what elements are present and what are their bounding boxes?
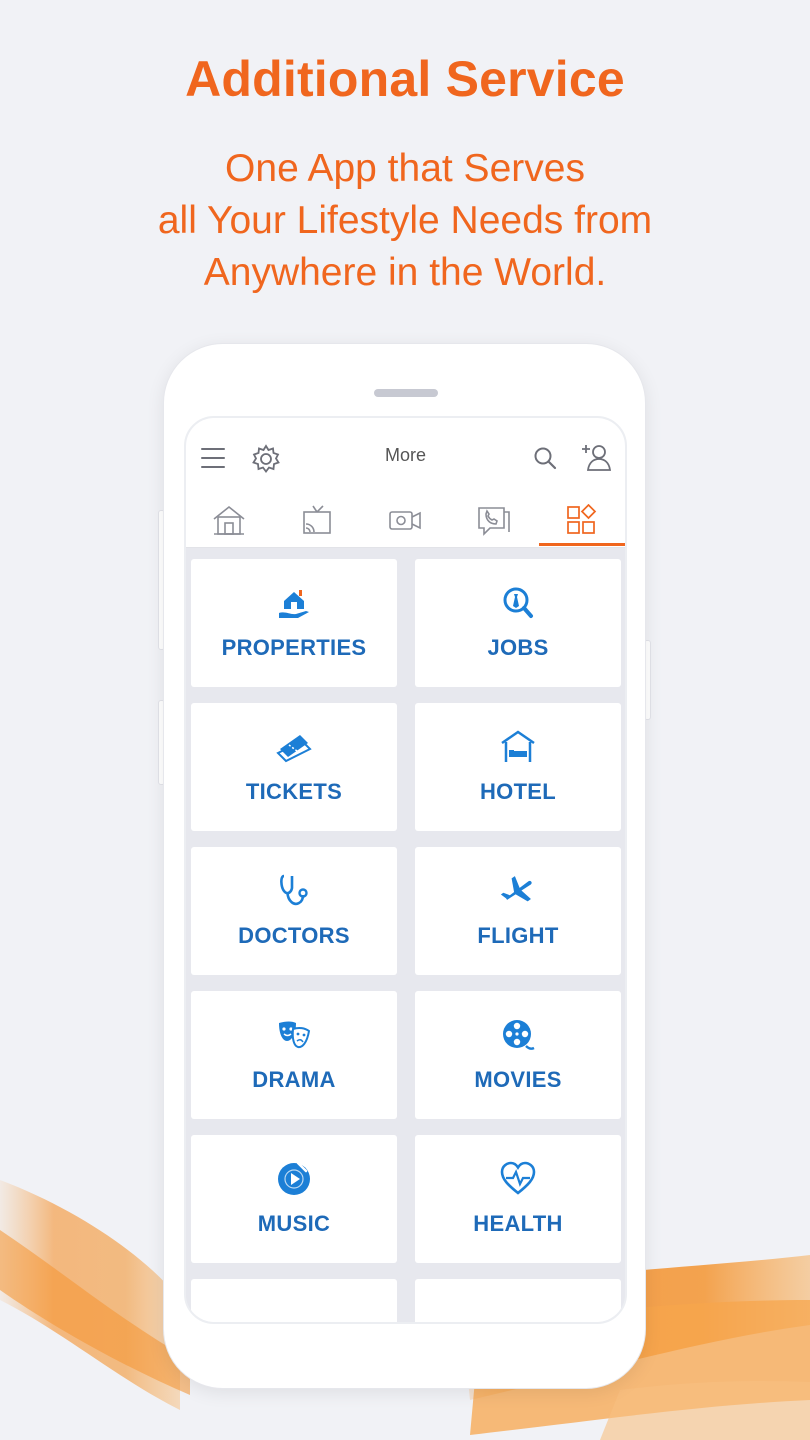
service-label: JOBS [487,635,549,660]
video-icon [389,511,421,530]
music-disc-icon [278,1161,310,1195]
service-card-flight[interactable]: FLIGHT [415,847,621,975]
search-icon[interactable] [533,446,557,470]
car-icon [276,1305,312,1324]
subheadline-line-1: One App that Serves [225,147,585,190]
phone-speaker [374,389,438,397]
service-card-movies[interactable]: MOVIES [415,991,621,1119]
heart-pulse-icon [500,1161,536,1195]
job-search-icon [503,587,533,618]
tab-more[interactable] [539,500,625,546]
house-hand-icon [279,590,309,618]
service-label: HOTEL [479,779,557,804]
sun-icon [500,1305,536,1324]
service-card-drama[interactable]: DRAMA [191,991,397,1119]
service-card-partial-2[interactable] [415,1279,621,1324]
subheadline-line-3: Anywhere in the World. [203,251,607,294]
service-card-jobs[interactable]: JOBS [415,559,621,687]
service-label: MOVIES [474,1067,562,1092]
stethoscope-icon [280,874,308,906]
service-label: DRAMA [252,1067,336,1092]
tab-home[interactable] [186,500,272,546]
apps-icon [567,504,597,534]
home-icon [213,505,245,535]
screen-title: More [384,445,426,465]
services-grid: PROPERTIES JOBS TICKETS HOTEL DOCTORS FL… [186,549,625,1324]
film-reel-icon [503,1020,535,1050]
service-card-properties[interactable]: PROPERTIES [191,559,397,687]
tab-video[interactable] [362,500,448,546]
phone-screen: More PROPERTIES JOBS TICKETS HOTEL DOCTO… [184,416,627,1324]
service-label: PROPERTIES [221,635,367,660]
headline: Additional Service [185,51,625,107]
service-card-doctors[interactable]: DOCTORS [191,847,397,975]
service-label: DOCTORS [238,923,350,948]
subheadline-line-2: all Your Lifestyle Needs from [157,199,653,242]
service-label: FLIGHT [477,923,559,948]
ticket-icon [276,735,312,763]
service-card-music[interactable]: MUSIC [191,1135,397,1263]
theater-masks-icon [279,1021,311,1049]
add-user-icon[interactable] [581,442,613,472]
service-card-partial-1[interactable] [191,1279,397,1324]
airplane-icon [500,876,532,902]
phone-frame: More PROPERTIES JOBS TICKETS HOTEL DOCTO… [163,343,646,1389]
app-header: More [186,418,625,548]
hotel-bed-icon [501,730,535,762]
service-card-hotel[interactable]: HOTEL [415,703,621,831]
tab-tv[interactable] [274,500,360,546]
service-card-health[interactable]: HEALTH [415,1135,621,1263]
service-label: HEALTH [473,1211,563,1236]
service-label: TICKETS [245,779,343,804]
service-label: MUSIC [257,1211,331,1236]
tab-calls[interactable] [450,500,536,546]
subheadline: One App that Serves all Your Lifestyle N… [0,143,810,299]
call-icon [478,507,510,536]
tv-icon [303,505,331,534]
service-card-tickets[interactable]: TICKETS [191,703,397,831]
